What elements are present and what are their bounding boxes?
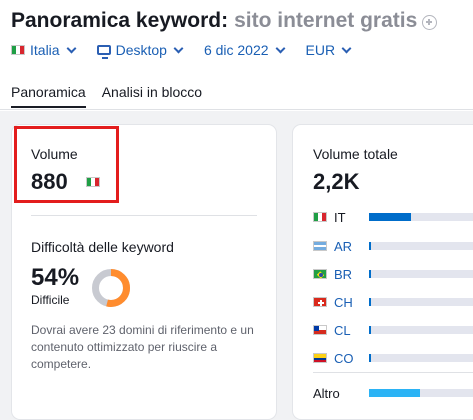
title-prefix: Panoramica keyword: (11, 9, 229, 32)
country-bar-track (369, 354, 473, 362)
country-bar-fill (369, 298, 372, 306)
date-value: 6 dic 2022 (203, 42, 269, 58)
other-label: Altro (313, 385, 340, 401)
country-bar-track (369, 298, 473, 306)
country-bar-fill (369, 326, 372, 334)
country-row-br[interactable]: BR (313, 266, 473, 282)
country-select[interactable]: Italia (11, 42, 77, 58)
currency-value: EUR (305, 42, 336, 58)
keyword-difficulty-label: Difficoltà delle keyword (31, 239, 174, 255)
country-row-cl[interactable]: CL (313, 322, 473, 338)
country-code-link[interactable]: CO (334, 351, 369, 366)
date-select[interactable]: 6 dic 2022 (203, 42, 285, 58)
brazil-flag-icon (313, 269, 327, 279)
filters-bar: Italia Desktop 6 dic 2022 EUR (11, 42, 352, 59)
page-title: Panoramica keyword: sito internet gratis (11, 9, 438, 33)
country-code-link[interactable]: BR (334, 267, 369, 282)
country-row-ar[interactable]: AR (313, 238, 473, 254)
global-volume-value: 2,2K (313, 169, 360, 194)
country-bar-track (369, 326, 473, 334)
country-bar-fill (369, 213, 411, 221)
country-row-ch[interactable]: CH (313, 294, 473, 310)
device-value: Desktop (115, 42, 167, 58)
country-code-link[interactable]: AR (334, 239, 369, 254)
currency-select[interactable]: EUR (305, 42, 352, 58)
keyword-difficulty-description: Dovrai avere 23 domini di riferimento e … (31, 323, 254, 371)
country-bar-fill (369, 242, 372, 250)
country-bar-fill (369, 270, 372, 278)
page-header: Panoramica keyword: sito internet gratis … (0, 0, 473, 111)
tabs-divider (0, 109, 473, 110)
chevron-down-icon (275, 43, 285, 53)
chevron-down-icon (173, 43, 184, 53)
italy-flag-icon (11, 45, 25, 55)
country-row-other: Altro (313, 385, 473, 401)
chevron-down-icon (66, 43, 77, 53)
keyword-difficulty-level: Difficile (31, 293, 70, 307)
country-bar-fill (369, 354, 372, 362)
argentina-flag-icon (313, 241, 327, 251)
country-row-it: IT (313, 209, 473, 225)
card-divider (31, 215, 257, 216)
global-volume-label: Volume totale (313, 146, 398, 162)
desktop-icon (96, 45, 111, 59)
keyword-difficulty-value: 54% (31, 264, 80, 291)
other-divider (313, 372, 473, 373)
chevron-down-icon (341, 43, 352, 53)
country-bar-track (369, 270, 473, 278)
volume-label: Volume (31, 146, 78, 162)
italy-flag-icon (86, 177, 100, 187)
other-bar-fill (369, 389, 420, 397)
difficulty-donut-chart (92, 269, 130, 307)
country-bar-track (369, 389, 473, 397)
chile-flag-icon (313, 325, 327, 335)
device-select[interactable]: Desktop (96, 42, 184, 59)
colombia-flag-icon (313, 353, 327, 363)
tabs: Panoramica Analisi in blocco (11, 84, 218, 108)
country-row-co[interactable]: CO (313, 350, 473, 366)
add-keyword-icon[interactable] (422, 14, 438, 30)
country-bar-track (369, 213, 473, 221)
volume-value: 880 (31, 169, 68, 194)
switzerland-flag-icon (313, 297, 327, 307)
country-code-link[interactable]: CL (334, 323, 369, 338)
tab-panoramica[interactable]: Panoramica (11, 84, 86, 108)
country-code-link[interactable]: CH (334, 295, 369, 310)
country-code: IT (334, 209, 346, 225)
country-value: Italia (30, 42, 60, 58)
tab-analisi-in-blocco[interactable]: Analisi in blocco (102, 84, 202, 108)
italy-flag-icon (313, 212, 327, 222)
title-keyword: sito internet gratis (234, 9, 418, 32)
country-bar-track (369, 242, 473, 250)
